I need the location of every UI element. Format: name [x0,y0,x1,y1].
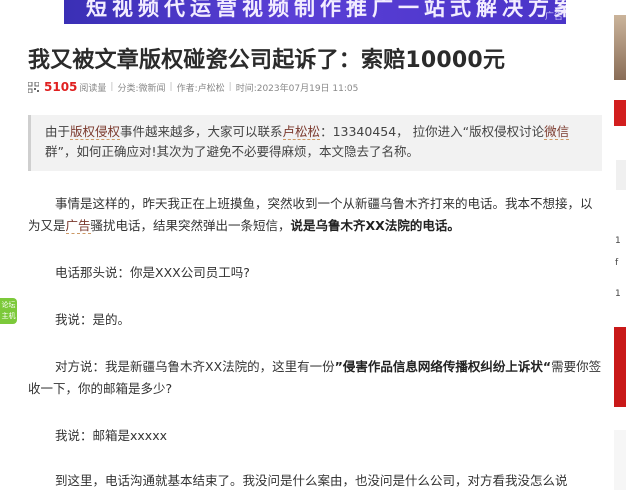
sidebar-red-ad[interactable] [614,327,626,407]
notice-text: 事件越来越多，大家可以联系 [120,124,283,139]
article-paragraph: 事情是这样的，昨天我正在上班摸鱼，突然收到一个从新疆乌鲁木齐打来的电话。我本不想… [28,193,603,237]
paragraph-text: 对方说：我是新疆乌鲁木齐XX法院的，这里有一份 [55,359,335,374]
keyword-link-wechat[interactable]: 微信 [544,124,570,140]
publish-time: 2023年07月19日 11:05 [256,83,359,94]
meta-separator: | [110,82,114,92]
copyright-notice: 由于版权侵权事件越来越多，大家可以联系卢松松：13340454， 拉你进入“版权… [28,115,602,171]
ad-label: 广告 [544,12,563,22]
article-paragraph: 我说：是的。 [55,312,131,327]
sidebar-light-block [614,430,626,490]
sidebar-avatar-photo[interactable] [614,15,626,80]
sidebar-glyph: 1 [615,236,621,246]
keyword-link-author[interactable]: 卢松松 [282,124,321,140]
sidebar-glyph: f [615,258,619,268]
left-float-line2: 主机 [1,312,16,320]
category-link[interactable]: 微新闻 [139,81,166,94]
category-label: 分类: [117,83,139,94]
article-paragraph: 我说：邮箱是xxxxx [55,428,167,443]
keyword-link-copyright[interactable]: 版权侵权 [70,124,121,140]
article-paragraph: 到这里，电话沟通就基本结束了。我没问是什么案由，也没问是什么公司，对方看我没怎么… [55,473,568,488]
time-label: 时间: [235,83,257,94]
author-label: 作者: [176,83,198,94]
left-float-line1: 论坛 [1,301,16,309]
sidebar-red-block[interactable] [614,100,626,126]
left-float-tab[interactable]: 论坛 主机 [0,298,17,324]
paragraph-bold: ”侵害作品信息网络传播权纠纷上诉状“ [334,359,552,374]
meta-separator: | [169,82,173,92]
article-meta: 5105 阅读量 | 分类: 微新闻 | 作者: 卢松松 | 时间: 2023年… [28,79,358,95]
banner-text: 短视频代运营视频制作推广一站式解决方案 [86,0,566,20]
view-count-label: 阅读量 [79,83,107,94]
sidebar-glyph: 1 [615,289,621,299]
article-paragraph: 对方说：我是新疆乌鲁木齐XX法院的，这里有一份”侵害作品信息网络传播权纠纷上诉状… [28,356,603,400]
paragraph-text: 骚扰电话，结果突然弹出一条短信， [90,218,291,233]
meta-separator: | [228,82,232,92]
paragraph-bold: 说是乌鲁木齐XX法院的电话。 [290,218,460,233]
author-link[interactable]: 卢松松 [198,81,225,94]
notice-text: 由于 [45,124,71,139]
notice-text: 群”，如何正确应对!其次为了避免不必要得麻烦，本文隐去了名称。 [45,144,419,159]
qrcode-icon[interactable] [28,81,39,93]
right-sidebar-edge: 1 f 1 [614,0,626,500]
article-title: 我又被文章版权碰瓷公司起诉了：索赔10000元 [28,48,506,73]
article-paragraph: 电话那头说：你是XXX公司员工吗? [55,265,250,280]
top-banner-ad[interactable]: 短视频代运营视频制作推广一站式解决方案 广告 [64,0,566,24]
sidebar-gray-block [616,160,626,190]
view-count: 5105 [44,80,78,94]
keyword-link-ad[interactable]: 广告 [65,218,91,234]
notice-text: ：13340454， 拉你进入“版权侵权讨论 [320,124,545,139]
